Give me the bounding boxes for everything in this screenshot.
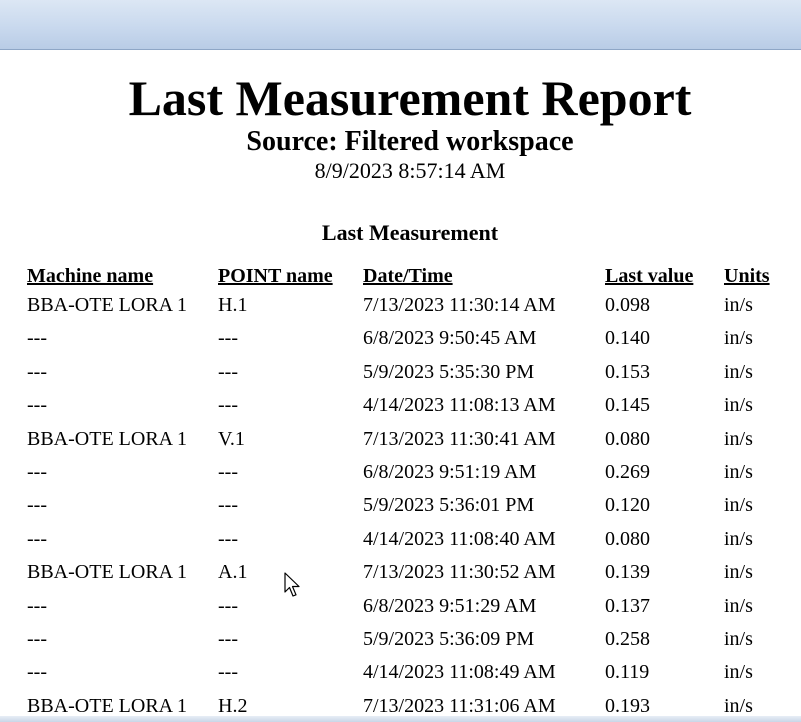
cell-last-value: 0.139 <box>605 561 650 584</box>
table-row: --- --- 5/9/2023 5:36:01 PM 0.120 in/s <box>0 491 801 524</box>
cell-date-time: 4/14/2023 11:08:40 AM <box>363 527 556 550</box>
cell-point-name: --- <box>218 594 238 617</box>
cell-date-time: 6/8/2023 9:51:19 AM <box>363 460 537 483</box>
report-subtitle: Source: Filtered workspace <box>246 126 574 157</box>
measurement-table-body: BBA-OTE LORA 1 H.1 7/13/2023 11:30:14 AM… <box>0 291 801 722</box>
cell-date-time: 6/8/2023 9:50:45 AM <box>363 327 537 350</box>
section-title: Last Measurement <box>321 220 499 245</box>
window-bottom-edge <box>0 716 801 722</box>
report-page: Last Measurement Report Source: Filtered… <box>0 50 801 722</box>
cell-point-name: --- <box>218 527 238 550</box>
cell-units: in/s <box>724 360 753 383</box>
column-header-date-time: Date/Time <box>363 265 453 287</box>
cell-date-time: 7/13/2023 11:30:41 AM <box>363 427 556 450</box>
cell-machine-name: --- <box>27 627 47 650</box>
cell-units: in/s <box>724 494 753 517</box>
cell-machine-name: --- <box>27 661 47 684</box>
table-row: --- --- 6/8/2023 9:50:45 AM 0.140 in/s <box>0 324 801 357</box>
report-timestamp: 8/9/2023 8:57:14 AM <box>314 158 506 183</box>
cell-machine-name: BBA-OTE LORA 1 <box>27 294 187 316</box>
table-row: --- --- 4/14/2023 11:08:49 AM 0.119 in/s <box>0 658 801 691</box>
report-title: Last Measurement Report <box>128 70 692 126</box>
cell-units: in/s <box>724 327 753 350</box>
cell-units: in/s <box>724 661 753 684</box>
cell-units: in/s <box>724 561 753 584</box>
column-header-machine-name: Machine name <box>27 265 154 287</box>
cell-machine-name: --- <box>27 394 47 417</box>
table-row: --- --- 6/8/2023 9:51:29 AM 0.137 in/s <box>0 592 801 625</box>
cell-last-value: 0.258 <box>605 627 650 650</box>
cell-point-name: H.1 <box>218 294 248 316</box>
mouse-pointer-icon <box>284 572 300 597</box>
cell-units: in/s <box>724 594 753 617</box>
cell-last-value: 0.145 <box>605 394 650 417</box>
cell-date-time: 4/14/2023 11:08:49 AM <box>363 661 556 684</box>
cell-point-name: --- <box>218 661 238 684</box>
cell-date-time: 5/9/2023 5:36:01 PM <box>363 494 535 517</box>
cell-last-value: 0.120 <box>605 494 650 517</box>
cell-units: in/s <box>724 527 753 550</box>
column-header-last-value: Last value <box>605 265 694 287</box>
cell-last-value: 0.137 <box>605 594 650 617</box>
cell-date-time: 7/13/2023 11:30:52 AM <box>363 561 556 584</box>
cell-units: in/s <box>724 627 753 650</box>
cell-units: in/s <box>724 427 753 450</box>
cell-machine-name: --- <box>27 360 47 383</box>
table-row: --- --- 4/14/2023 11:08:40 AM 0.080 in/s <box>0 525 801 558</box>
window-title-bar <box>0 0 801 50</box>
cell-units: in/s <box>724 294 753 316</box>
cell-last-value: 0.098 <box>605 294 650 316</box>
cell-units: in/s <box>724 460 753 483</box>
cell-date-time: 6/8/2023 9:51:29 AM <box>363 594 537 617</box>
column-header-point-name: POINT name <box>218 265 333 287</box>
cell-date-time: 4/14/2023 11:08:13 AM <box>363 394 556 417</box>
cell-machine-name: BBA-OTE LORA 1 <box>27 561 187 584</box>
cell-machine-name: --- <box>27 527 47 550</box>
cell-machine-name: --- <box>27 460 47 483</box>
cell-machine-name: BBA-OTE LORA 1 <box>27 427 187 450</box>
cell-last-value: 0.140 <box>605 327 650 350</box>
cell-machine-name: --- <box>27 594 47 617</box>
table-row: --- --- 6/8/2023 9:51:19 AM 0.269 in/s <box>0 458 801 491</box>
column-header-units: Units <box>724 265 770 287</box>
cell-point-name: --- <box>218 627 238 650</box>
cell-point-name: --- <box>218 494 238 517</box>
cell-point-name: V.1 <box>218 427 245 450</box>
cell-machine-name: --- <box>27 494 47 517</box>
cell-point-name: A.1 <box>218 561 248 584</box>
cell-point-name: --- <box>218 360 238 383</box>
cell-last-value: 0.080 <box>605 527 650 550</box>
cell-point-name: --- <box>218 394 238 417</box>
cell-last-value: 0.119 <box>605 661 650 684</box>
cell-last-value: 0.269 <box>605 460 650 483</box>
cell-last-value: 0.080 <box>605 427 650 450</box>
table-row: BBA-OTE LORA 1 V.1 7/13/2023 11:30:41 AM… <box>0 425 801 458</box>
cell-last-value: 0.153 <box>605 360 650 383</box>
cell-date-time: 7/13/2023 11:30:14 AM <box>363 294 556 316</box>
cell-date-time: 5/9/2023 5:35:30 PM <box>363 360 535 383</box>
table-row: BBA-OTE LORA 1 H.1 7/13/2023 11:30:14 AM… <box>0 291 801 324</box>
cell-machine-name: --- <box>27 327 47 350</box>
table-row: BBA-OTE LORA 1 A.1 7/13/2023 11:30:52 AM… <box>0 558 801 591</box>
cell-units: in/s <box>724 394 753 417</box>
cell-point-name: --- <box>218 327 238 350</box>
cell-point-name: --- <box>218 460 238 483</box>
table-row: --- --- 5/9/2023 5:35:30 PM 0.153 in/s <box>0 358 801 391</box>
table-row: --- --- 4/14/2023 11:08:13 AM 0.145 in/s <box>0 391 801 424</box>
cell-date-time: 5/9/2023 5:36:09 PM <box>363 627 535 650</box>
table-row: --- --- 5/9/2023 5:36:09 PM 0.258 in/s <box>0 625 801 658</box>
